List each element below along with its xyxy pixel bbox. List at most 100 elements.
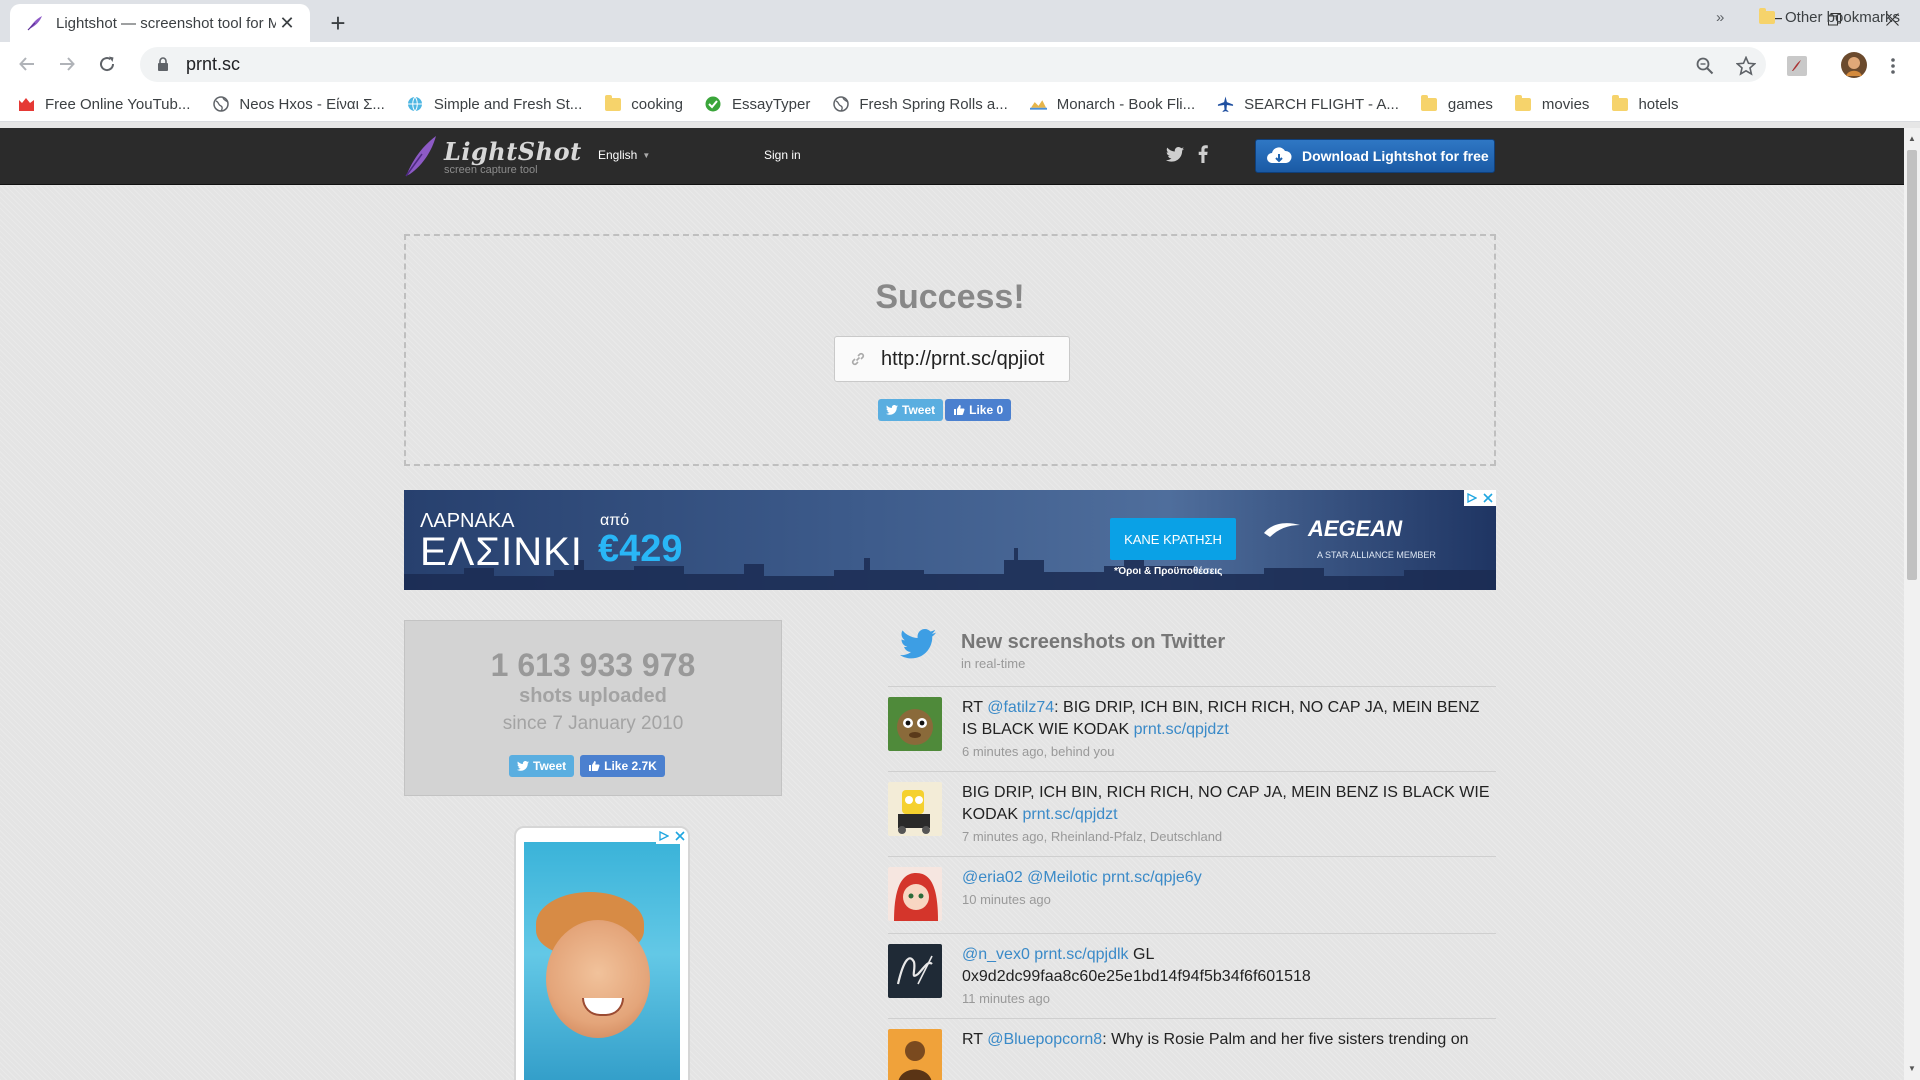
like-label: Like 0 xyxy=(969,403,1004,417)
thumbs-up-icon xyxy=(954,405,965,415)
new-tab-icon[interactable]: + xyxy=(323,8,353,38)
aegean-logo: AEGEAN xyxy=(1262,516,1402,542)
browser-tab[interactable]: Lightshot — screenshot tool for Mac & Wi… xyxy=(10,4,310,42)
tweet-link[interactable]: @n_vex0 prnt.sc/qpjdlk xyxy=(962,946,1129,963)
stats-box: 1 613 933 978 shots uploaded since 7 Jan… xyxy=(404,620,782,796)
tweet-avatar[interactable] xyxy=(888,867,942,921)
bookmark-item[interactable]: SEARCH FLIGHT - A... xyxy=(1217,96,1399,113)
bookmark-label: Free Online YouTub... xyxy=(45,95,191,113)
scroll-up-arrow-icon[interactable]: ▲ xyxy=(1908,134,1916,143)
bookmark-item[interactable]: movies xyxy=(1515,94,1590,113)
tweet-mention[interactable]: @fatilz74 xyxy=(987,699,1054,716)
folder-icon xyxy=(1421,94,1438,113)
tweet-prefix: RT xyxy=(962,699,988,716)
cloud-download-icon xyxy=(1267,147,1292,163)
tab-close-icon[interactable]: ✕ xyxy=(276,12,298,34)
adchoices-icon[interactable] xyxy=(1464,490,1480,506)
bookmark-label: cooking xyxy=(631,95,683,113)
ad-close-icon[interactable] xyxy=(672,828,688,844)
facebook-icon[interactable] xyxy=(1192,143,1214,165)
bookmark-item[interactable]: cooking xyxy=(604,94,683,113)
since-date: since 7 January 2010 xyxy=(502,713,684,734)
like-button[interactable]: Like 0 xyxy=(945,399,1012,421)
bookmark-item[interactable]: games xyxy=(1421,94,1493,113)
bookmark-item[interactable]: Simple and Fresh St... xyxy=(407,96,582,113)
bookmark-star-icon[interactable] xyxy=(1733,53,1759,79)
tweet-label: Tweet xyxy=(533,759,567,773)
scroll-thumb[interactable] xyxy=(1907,150,1917,580)
bookmark-item[interactable]: Neos Hxos - Είναι Σ... xyxy=(212,96,385,113)
globe-icon xyxy=(832,96,849,113)
other-bookmarks-folder[interactable]: Other bookmarks xyxy=(1758,8,1900,26)
forward-arrow-icon[interactable] xyxy=(52,49,82,79)
stats-tweet-button[interactable]: Tweet xyxy=(509,755,575,777)
bookmark-label: SEARCH FLIGHT - A... xyxy=(1244,95,1399,113)
upload-result-box: Success! http://prnt.sc/qpjiot Tweet Lik… xyxy=(404,234,1496,466)
chain-link-icon xyxy=(851,352,865,366)
site-header: LightShot screen capture tool English ▼ … xyxy=(0,128,1904,185)
ad-close-icon[interactable] xyxy=(1480,490,1496,506)
bookmark-item[interactable]: Free Online YouTub... xyxy=(18,96,190,113)
bookmark-item[interactable]: EssayTyper xyxy=(705,96,810,113)
kebab-menu-icon[interactable] xyxy=(1880,53,1906,79)
tweet-avatar[interactable] xyxy=(888,1029,942,1080)
tweet-label: Tweet xyxy=(902,403,936,417)
bookmarks-overflow-icon[interactable]: » xyxy=(1716,9,1724,26)
screenshot-link[interactable]: http://prnt.sc/qpjiot xyxy=(881,348,1044,371)
ad-book-button[interactable]: ΚΑΝΕ ΚΡΑΤΗΣΗ xyxy=(1110,518,1236,560)
zoom-icon[interactable] xyxy=(1692,53,1718,79)
tweet-link[interactable]: prnt.sc/qpjdzt xyxy=(1022,806,1117,823)
ad-swimmer-image xyxy=(524,842,680,1080)
ad-alliance-text: A STAR ALLIANCE MEMBER xyxy=(1317,550,1436,560)
twitter-bird-icon xyxy=(900,629,936,659)
feed-subtitle: in real-time xyxy=(961,656,1026,671)
tweet-avatar[interactable] xyxy=(888,782,942,836)
folder-icon xyxy=(604,94,621,113)
twitter-bird-icon xyxy=(886,405,898,415)
lightshot-logo[interactable]: LightShot screen capture tool xyxy=(402,134,582,178)
twitter-icon[interactable] xyxy=(1164,143,1186,165)
tweet-avatar[interactable] xyxy=(888,944,942,998)
download-button[interactable]: Download Lightshot for free xyxy=(1255,139,1495,173)
folder-icon xyxy=(1515,94,1532,113)
tweet-mention[interactable]: @Bluepopcorn8 xyxy=(987,1031,1102,1048)
globe-icon xyxy=(212,96,229,113)
tab-title: Lightshot — screenshot tool for Mac & Wi… xyxy=(56,14,276,32)
bookmark-item[interactable]: Fresh Spring Rolls a... xyxy=(832,96,1008,113)
bookmark-item[interactable]: Monarch - Book Fli... xyxy=(1029,96,1195,113)
monarch-icon xyxy=(1029,96,1047,113)
adchoices-icon[interactable] xyxy=(656,828,672,844)
check-circle-icon xyxy=(705,96,722,113)
tweet-prefix: RT xyxy=(962,1031,988,1048)
page-scrollbar[interactable]: ▲ ▼ xyxy=(1904,128,1920,1080)
browser-toolbar: prnt.sc xyxy=(0,42,1920,87)
twitter-feed: New screenshots on Twitter in real-time … xyxy=(888,620,1496,1080)
tweet-link[interactable]: prnt.sc/qpjdzt xyxy=(1134,721,1229,738)
tweet-meta: 7 minutes ago, Rheinland-Pfalz, Deutschl… xyxy=(962,829,1223,844)
bookmark-item[interactable]: hotels xyxy=(1611,94,1678,113)
address-bar[interactable]: prnt.sc xyxy=(140,47,1766,82)
tweet-button[interactable]: Tweet xyxy=(878,399,944,421)
signin-link[interactable]: Sign in xyxy=(764,148,801,162)
lightshot-feather-icon xyxy=(24,12,46,34)
reload-icon[interactable] xyxy=(92,49,122,79)
feather-logo-icon xyxy=(405,136,436,177)
tweet-link[interactable]: @eria02 @Meilotic prnt.sc/qpje6y xyxy=(962,869,1202,886)
profile-avatar[interactable] xyxy=(1840,51,1868,79)
tweet-meta: 10 minutes ago xyxy=(962,892,1051,907)
screenshot-link-field[interactable]: http://prnt.sc/qpjiot xyxy=(834,336,1070,382)
pdf-extension-icon[interactable] xyxy=(1784,53,1810,79)
tweet-avatar[interactable] xyxy=(888,697,942,751)
ad-price: €429 xyxy=(598,528,683,570)
vertical-ad[interactable] xyxy=(514,826,690,1080)
back-arrow-icon[interactable] xyxy=(12,49,42,79)
lock-icon[interactable] xyxy=(154,56,172,74)
success-title: Success! xyxy=(875,278,1025,316)
language-dropdown[interactable]: English ▼ xyxy=(598,148,650,162)
url-text: prnt.sc xyxy=(186,54,241,74)
folder-icon xyxy=(1758,8,1775,26)
aegean-ad-banner[interactable]: ΛΑΡΝΑΚΑ ΕΛΣΙΝΚΙ από €429 ΚΑΝΕ ΚΡΑΤΗΣΗ *Ό… xyxy=(404,490,1496,590)
bookmark-label: movies xyxy=(1541,95,1590,113)
scroll-down-arrow-icon[interactable]: ▼ xyxy=(1908,1064,1916,1073)
stats-like-button[interactable]: Like 2.7K xyxy=(580,755,665,777)
